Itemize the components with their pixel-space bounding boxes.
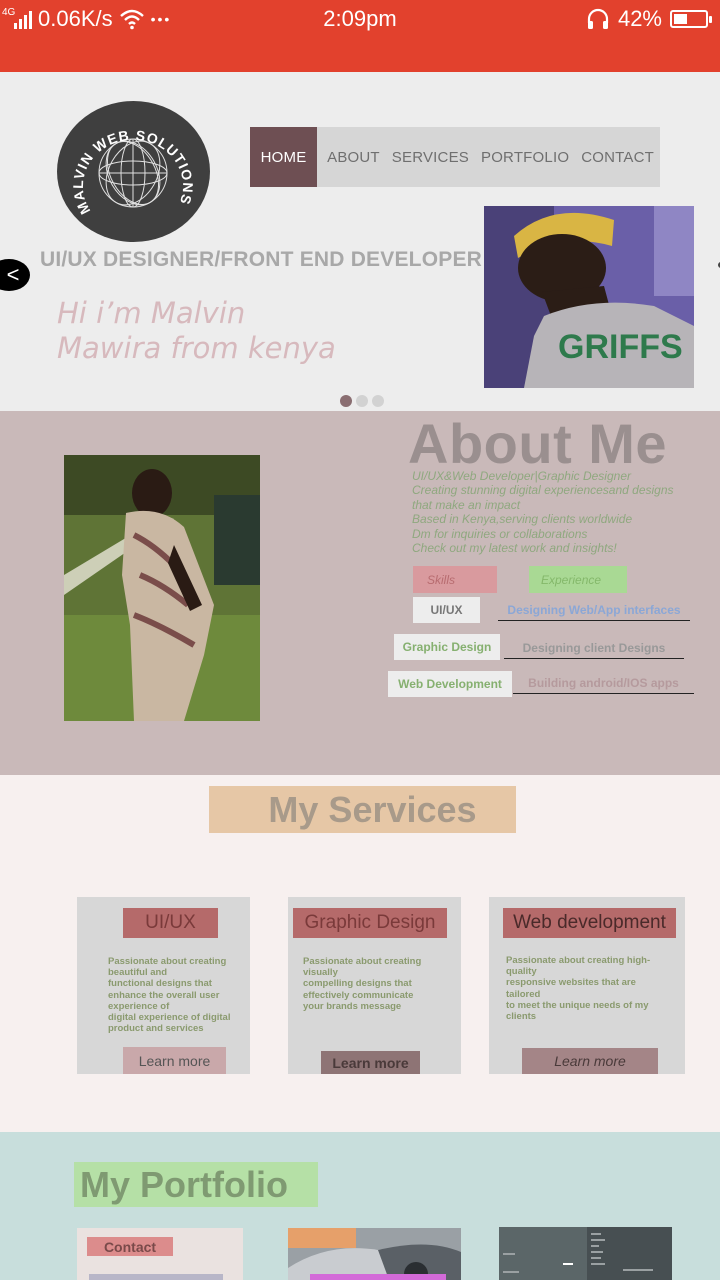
service-card-description: Passionate about creating high- quality …	[506, 955, 651, 1023]
carousel-prev-button[interactable]: <	[0, 259, 30, 291]
experience-tab[interactable]: Experience	[529, 566, 627, 593]
service-card-web-development: Web development Passionate about creatin…	[489, 897, 685, 1074]
skills-tab[interactable]: Skills	[413, 566, 497, 593]
nav-contact[interactable]: CONTACT	[575, 127, 660, 187]
hero-title: UI/UX DESIGNER/FRONT END DEVELOPER	[40, 248, 483, 271]
services-title: My Services	[209, 786, 516, 833]
service-card-description: Passionate about creating beautiful and …	[108, 956, 231, 1035]
about-line: that make an impact	[412, 497, 521, 512]
battery-icon	[670, 10, 712, 28]
portfolio-card-image[interactable]	[499, 1227, 672, 1280]
nav-home[interactable]: HOME	[250, 127, 318, 187]
nav-about[interactable]: ABOUT	[321, 127, 386, 187]
learn-more-button[interactable]: Learn more	[321, 1051, 420, 1074]
profile-image	[64, 455, 260, 721]
experience-item: Designing Web/App interfaces	[498, 603, 690, 621]
headphones-icon	[587, 8, 609, 29]
greeting-line-2: Mawira from kenya	[57, 331, 336, 365]
service-card-description: Passionate about creating visually compe…	[303, 956, 422, 1012]
learn-more-button[interactable]: Learn more	[522, 1048, 658, 1074]
portrait-image: GRIFFS	[484, 206, 694, 388]
greeting-line-1: Hi i’m Malvin	[57, 296, 246, 330]
carousel-dot[interactable]	[372, 395, 384, 407]
code-screenshot-image	[499, 1227, 672, 1280]
carousel-dot[interactable]	[340, 395, 352, 407]
portfolio-card-label: Contact	[87, 1237, 173, 1256]
logo[interactable]: MALVIN WEB SOLUTIONS	[57, 101, 210, 242]
portfolio-card-contact[interactable]: Contact	[77, 1228, 243, 1280]
experience-item: Designing client Designs	[504, 641, 684, 659]
battery-percent: 42%	[617, 6, 662, 31]
chevron-left-icon: <	[6, 262, 20, 287]
about-line: Based in Kenya,serving clients worldwide	[412, 512, 633, 527]
services-section: My Services UI/UX Passionate about creat…	[0, 775, 720, 1132]
nav-services[interactable]: SERVICES	[386, 127, 475, 187]
service-card-title: Web development	[503, 908, 676, 938]
skill-uiux: UI/UX	[413, 597, 480, 623]
about-line: Dm for inquiries or collaborations	[412, 526, 588, 541]
about-section: About Me UI/UX&Web Developer|Graphic Des…	[0, 411, 720, 775]
hero-greeting: Hi i’m Malvin Mawira from kenya	[57, 296, 336, 366]
carousel-dots	[340, 395, 384, 407]
about-line: Check out my latest work and insights!	[412, 541, 617, 556]
service-card-graphic-design: Graphic Design Passionate about creating…	[288, 897, 461, 1074]
about-title: About Me	[408, 412, 668, 475]
battery-fill	[674, 14, 687, 24]
hero-section: MALVIN WEB SOLUTIONS HOME ABOUT SERVICES…	[0, 72, 720, 411]
skill-graphic-design: Graphic Design	[394, 634, 500, 660]
portfolio-card-image[interactable]	[288, 1228, 461, 1280]
status-bar: 4G 0.06K/s ••• 2:09pm 42%	[0, 0, 720, 72]
service-card-title: UI/UX	[123, 908, 218, 938]
car-image	[288, 1228, 461, 1280]
main-nav: HOME ABOUT SERVICES PORTFOLIO CONTACT	[250, 127, 660, 187]
learn-more-button[interactable]: Learn more	[123, 1047, 226, 1074]
globe-logo-icon: MALVIN WEB SOLUTIONS	[70, 127, 195, 217]
carousel-dot[interactable]	[356, 395, 368, 407]
hero-photo: GRIFFS	[484, 206, 694, 388]
experience-item: Building android/IOS apps	[513, 676, 694, 694]
about-line: UI/UX&Web Developer|Graphic Designer	[412, 469, 631, 483]
service-card-uiux: UI/UX Passionate about creating beautifu…	[77, 897, 250, 1074]
portfolio-card-bar	[89, 1274, 223, 1280]
about-description: UI/UX&Web Developer|Graphic Designer Cre…	[412, 469, 712, 555]
about-photo	[64, 455, 260, 721]
nav-portfolio[interactable]: PORTFOLIO	[475, 127, 575, 187]
svg-text:GRIFFS: GRIFFS	[558, 328, 683, 366]
portfolio-section: My Portfolio Contact	[0, 1132, 720, 1280]
about-line: Creating stunning digital experiencesand…	[412, 483, 674, 498]
status-right: 42%	[586, 6, 712, 32]
skill-web-development: Web Development	[388, 671, 512, 697]
service-card-title: Graphic Design	[293, 908, 447, 938]
portfolio-title: My Portfolio	[74, 1162, 318, 1207]
